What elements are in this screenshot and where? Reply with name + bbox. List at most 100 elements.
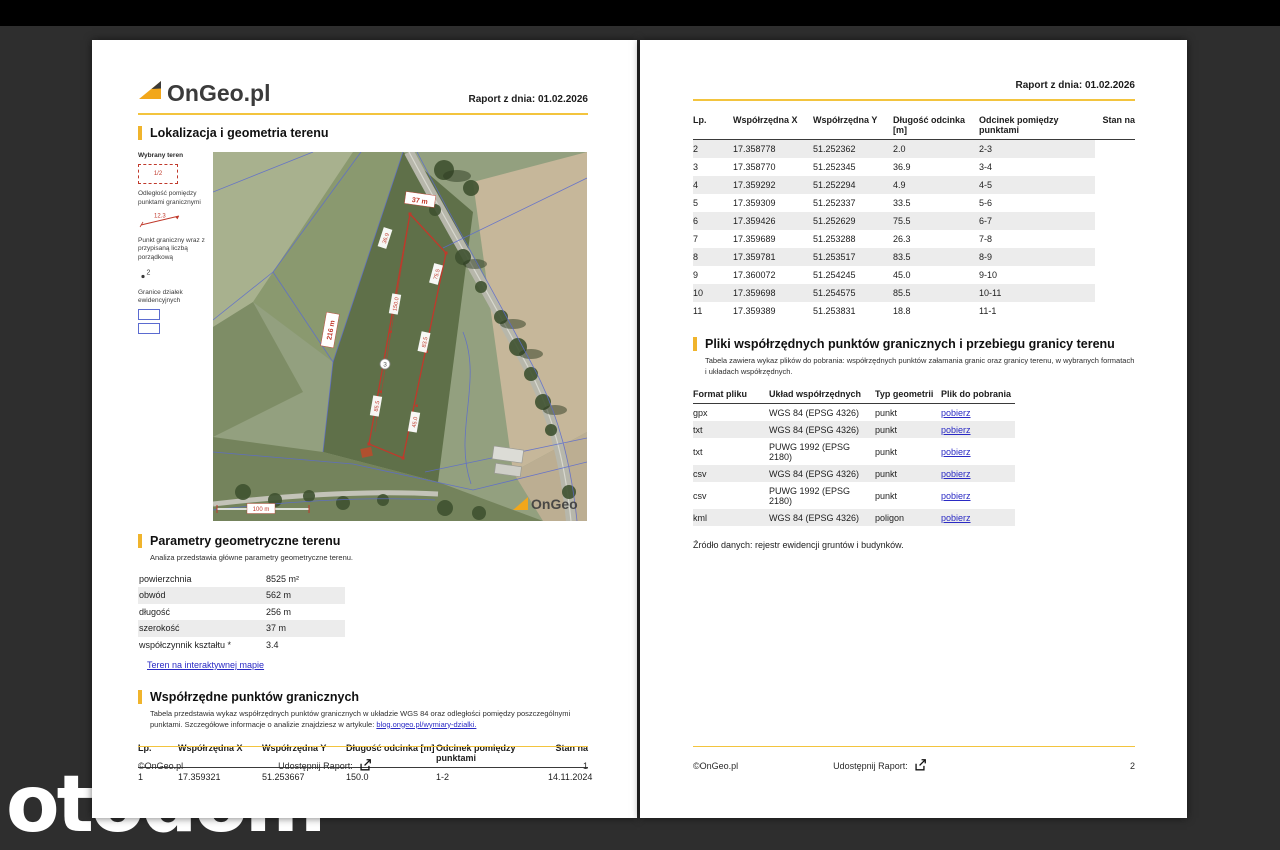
param-row: współczynnik kształtu * 3.4	[138, 637, 345, 654]
coords-row: 10 17.359698 51.254575 85.5 10-11	[693, 284, 1135, 302]
files-subtitle: Tabela zawiera wykaz plików do pobrania:…	[705, 356, 1135, 377]
header-divider-p2	[693, 99, 1135, 101]
data-source-note: Źródło danych: rejestr ewidencji gruntów…	[693, 540, 1135, 550]
param-label: długość	[138, 607, 266, 617]
file-crs: WGS 84 (EPSG 4326)	[769, 513, 875, 523]
report-date: Raport z dnia: 01.02.2026	[469, 94, 589, 105]
params-subtitle: Analiza przedstawia główne parametry geo…	[150, 553, 588, 564]
coords-row: 2 17.358778 51.252362 2.0 2-3	[693, 140, 1135, 158]
aerial-map: 37 m 216 m 150.0 85.5	[213, 152, 587, 521]
page-number: 1	[583, 761, 588, 771]
share-label: Udostępnij Raport:	[278, 761, 353, 771]
distance-swatch: 12.3	[138, 211, 206, 231]
section-title-coords: Współrzędne punktów granicznych	[138, 690, 588, 704]
svg-text:12.3: 12.3	[154, 214, 166, 220]
files-section: Pliki współrzędnych punktów granicznych …	[693, 337, 1135, 550]
file-crs: WGS 84 (EPSG 4326)	[769, 425, 875, 435]
section-title-params: Parametry geometryczne terenu	[138, 534, 588, 548]
page1-header: OnGeo.pl Raport z dnia: 01.02.2026	[138, 80, 588, 105]
files-table-body: gpx WGS 84 (EPSG 4326) punkt pobierz txt…	[693, 404, 1015, 526]
coords-row: 9 17.360072 51.254245 45.0 9-10	[693, 266, 1135, 284]
download-link[interactable]: pobierz	[941, 469, 1015, 479]
param-label: obwód	[138, 590, 266, 600]
download-link[interactable]: pobierz	[941, 408, 1015, 418]
parcel-boundary-swatch-1	[138, 309, 160, 320]
param-label: współczynnik kształtu *	[138, 640, 266, 650]
svg-text:3: 3	[383, 362, 387, 369]
param-value: 8525 m²	[266, 574, 299, 584]
file-format: kml	[693, 513, 769, 523]
share-icon[interactable]	[913, 758, 927, 774]
aerial-map-svg: 37 m 216 m 150.0 85.5	[213, 152, 587, 521]
page-number: 2	[1130, 761, 1135, 771]
coords-row: 7 17.359689 51.253288 26.3 7-8	[693, 230, 1135, 248]
header-divider	[138, 113, 588, 115]
file-row: kml WGS 84 (EPSG 4326) poligon pobierz	[693, 509, 1015, 526]
coords-row: 5 17.359309 51.252337 33.5 5-6	[693, 194, 1135, 212]
share-report[interactable]: Udostępnij Raport:	[833, 758, 927, 774]
coords-row: 6 17.359426 51.252629 75.5 6-7	[693, 212, 1135, 230]
file-row: txt PUWG 1992 (EPSG 2180) punkt pobierz	[693, 438, 1015, 465]
file-crs: PUWG 1992 (EPSG 2180)	[769, 442, 875, 462]
file-crs: WGS 84 (EPSG 4326)	[769, 408, 875, 418]
file-geometry: punkt	[875, 425, 941, 435]
coords-row: 3 17.358770 51.252345 36.9 3-4	[693, 158, 1135, 176]
report-page-2: Raport z dnia: 01.02.2026 Lp. Współrzędn…	[640, 40, 1187, 818]
param-row: obwód 562 m	[138, 587, 345, 604]
page2-header: Raport z dnia: 01.02.2026	[693, 80, 1135, 91]
page1-footer: ©OnGeo.pl Udostępnij Raport: 1	[138, 746, 588, 774]
legend-title: Wybrany teren	[138, 152, 206, 160]
svg-text:OnGeo: OnGeo	[531, 496, 578, 512]
report-date-p2: Raport z dnia: 01.02.2026	[1016, 80, 1136, 91]
svg-text:2: 2	[147, 270, 151, 277]
interactive-map-link[interactable]: Teren na interaktywnej mapie	[147, 660, 264, 670]
point-marker: 3	[380, 359, 390, 369]
coords-row: 11 17.359389 51.253831 18.8 11-1	[693, 302, 1135, 320]
coords-row: 8 17.359781 51.253517 83.5 8-9	[693, 248, 1135, 266]
file-geometry: punkt	[875, 469, 941, 479]
files-table-header: Format pliku Układ współrzędnych Typ geo…	[693, 385, 1015, 404]
file-row: csv WGS 84 (EPSG 4326) punkt pobierz	[693, 465, 1015, 482]
section-title-files: Pliki współrzędnych punktów granicznych …	[693, 337, 1135, 351]
param-row: powierzchnia 8525 m²	[138, 571, 345, 588]
file-format: csv	[693, 491, 769, 501]
boundary-point-swatch: 2	[138, 266, 206, 283]
file-format: gpx	[693, 408, 769, 418]
share-label: Udostępnij Raport:	[833, 761, 908, 771]
param-label: powierzchnia	[138, 574, 266, 584]
footer-copyright: ©OnGeo.pl	[138, 761, 183, 771]
param-label: szerokość	[138, 623, 266, 633]
file-geometry: poligon	[875, 513, 941, 523]
share-icon[interactable]	[358, 758, 372, 774]
page2-footer: ©OnGeo.pl Udostępnij Raport: 2	[693, 746, 1135, 774]
file-format: txt	[693, 447, 769, 457]
share-report[interactable]: Udostępnij Raport:	[278, 758, 372, 774]
param-value: 562 m	[266, 590, 291, 600]
blog-article-link[interactable]: blog.ongeo.pl/wymiary-dzialki.	[376, 720, 476, 729]
param-row: szerokość 37 m	[138, 620, 345, 637]
files-table: Format pliku Układ współrzędnych Typ geo…	[693, 385, 1015, 526]
params-section: Parametry geometryczne terenu Analiza pr…	[138, 534, 588, 673]
file-format: csv	[693, 469, 769, 479]
legend-distance-label: Odległość pomiędzy punktami granicznymi	[138, 190, 206, 207]
download-link[interactable]: pobierz	[941, 491, 1015, 501]
svg-text:100 m: 100 m	[253, 507, 270, 513]
file-crs: PUWG 1992 (EPSG 2180)	[769, 486, 875, 506]
legend-point-label: Punkt graniczny wraz z przypisaną liczbą…	[138, 237, 206, 262]
file-crs: WGS 84 (EPSG 4326)	[769, 469, 875, 479]
download-link[interactable]: pobierz	[941, 447, 1015, 457]
coords-row: 4 17.359292 51.252294 4.9 4-5	[693, 176, 1135, 194]
parcel-boundary-swatch-2	[138, 323, 160, 334]
file-row: gpx WGS 84 (EPSG 4326) punkt pobierz	[693, 404, 1015, 421]
file-row: txt WGS 84 (EPSG 4326) punkt pobierz	[693, 421, 1015, 438]
download-link[interactable]: pobierz	[941, 425, 1015, 435]
footer-copyright: ©OnGeo.pl	[693, 761, 738, 771]
coords-subtitle: Tabela przedstawia wykaz współrzędnych p…	[150, 709, 588, 730]
viewer-top-bar	[0, 0, 1280, 26]
file-row: csv PUWG 1992 (EPSG 2180) punkt pobierz	[693, 482, 1015, 509]
download-link[interactable]: pobierz	[941, 513, 1015, 523]
ongeo-logo: OnGeo.pl	[138, 80, 271, 105]
ongeo-logo-icon	[138, 80, 162, 105]
coords-table-header-p2: Lp. Współrzędna X Współrzędna Y Długość …	[693, 110, 1135, 140]
param-value: 256 m	[266, 607, 291, 617]
